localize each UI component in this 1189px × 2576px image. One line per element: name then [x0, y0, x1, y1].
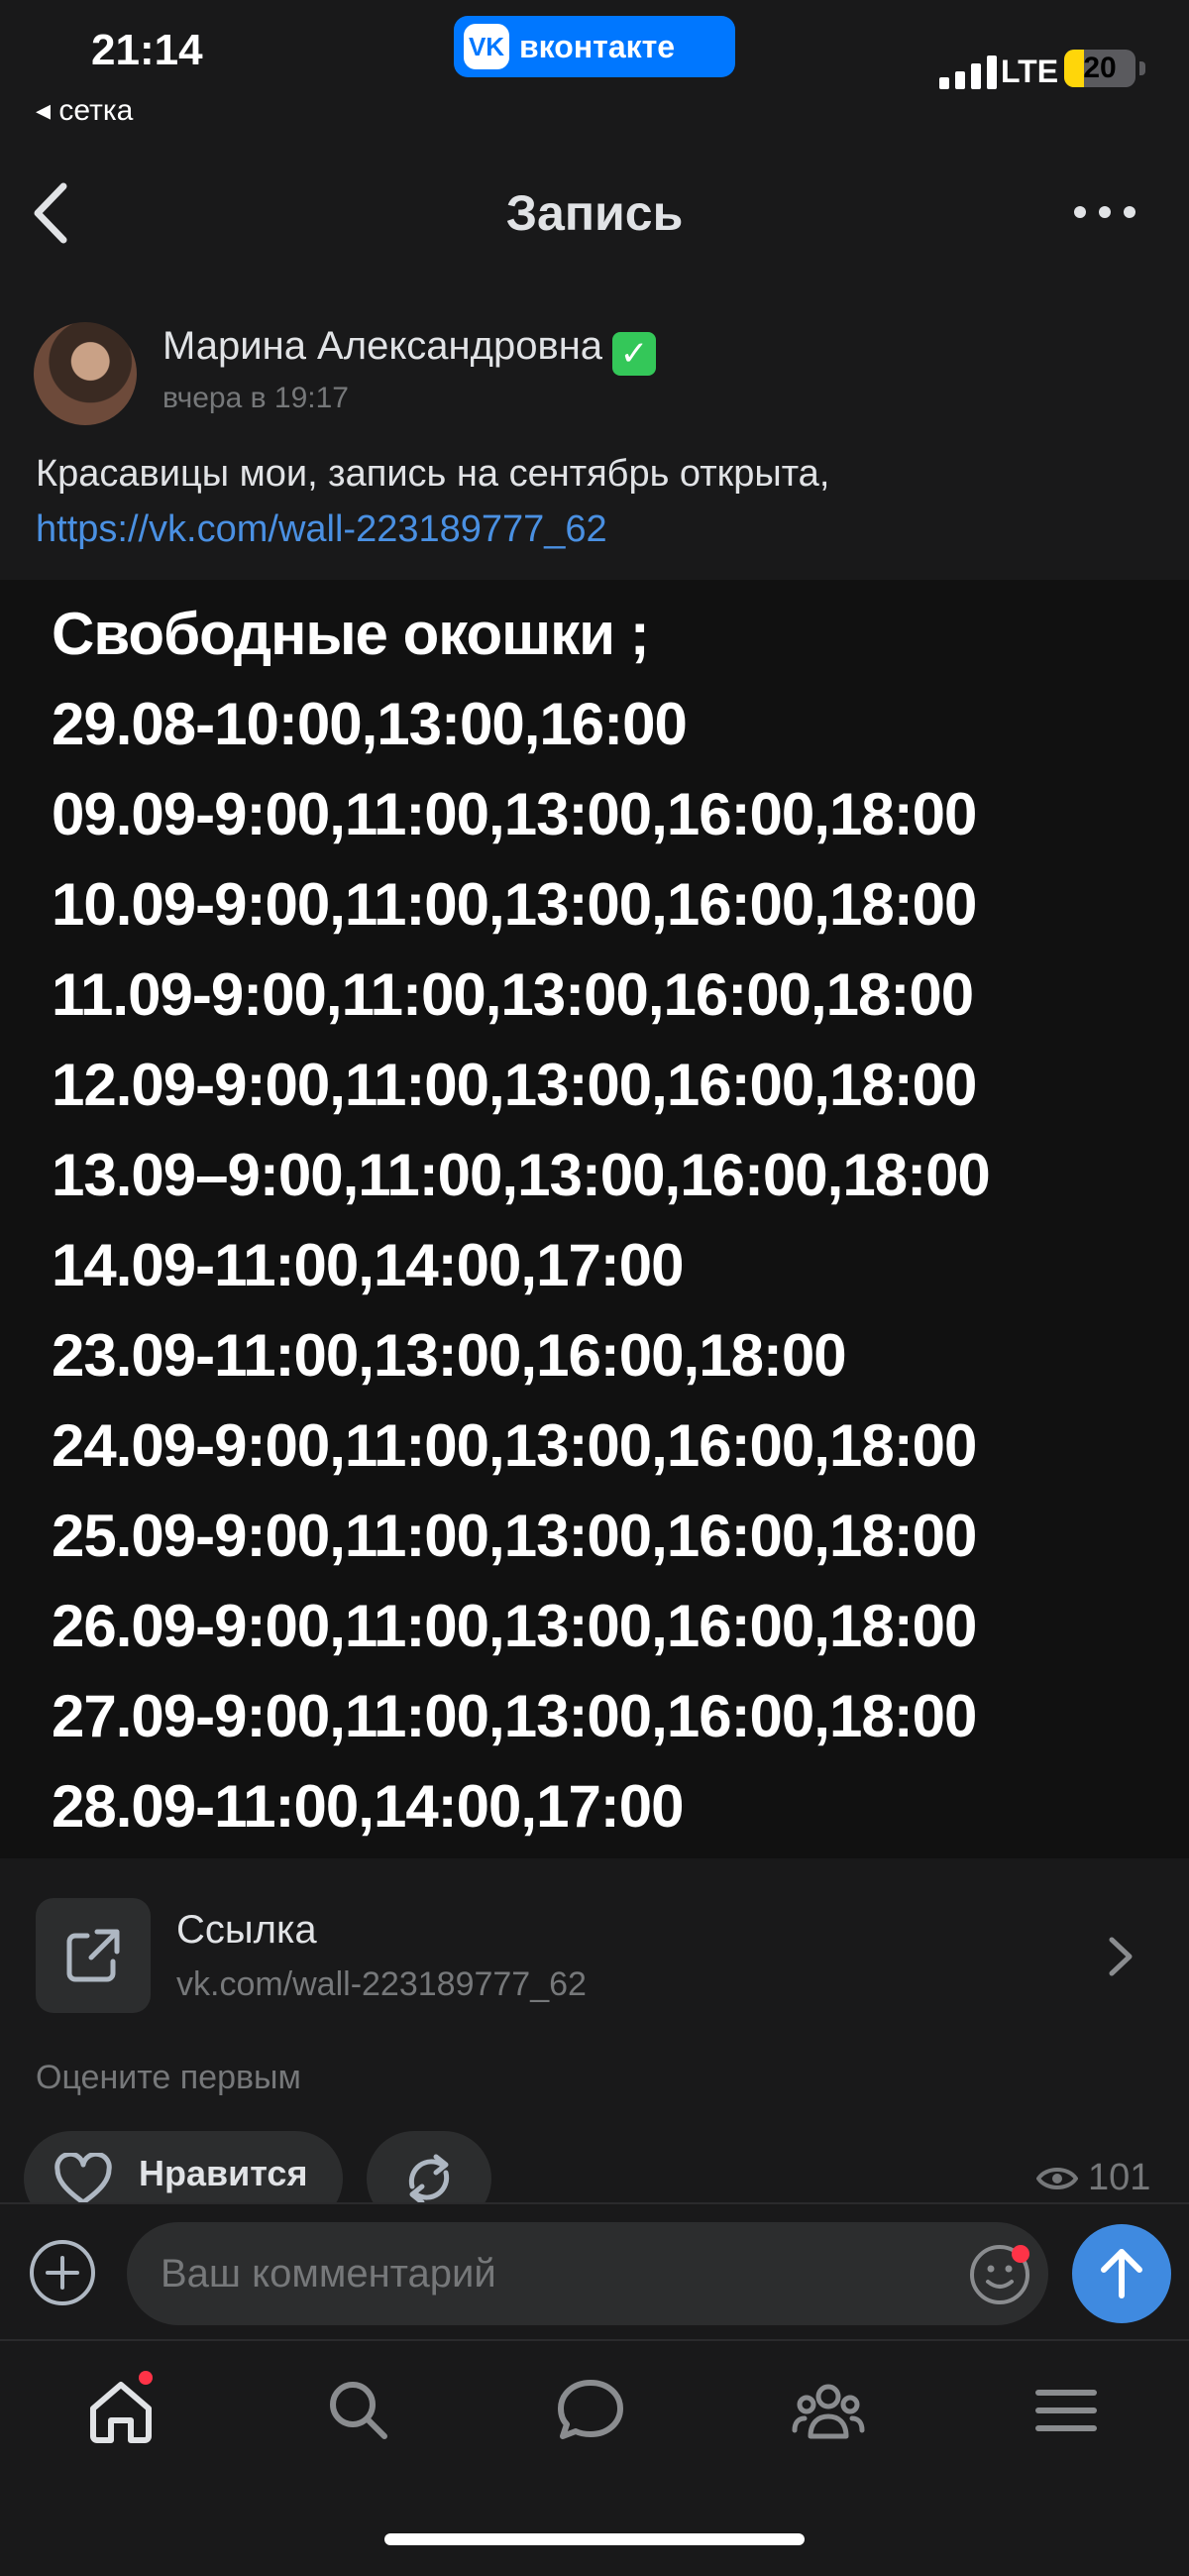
- chevron-right-icon: [1109, 1937, 1133, 1976]
- send-button[interactable]: [1072, 2224, 1171, 2323]
- vk-logo-icon: VK: [464, 24, 509, 69]
- image-schedule-line: 09.09-9:00,11:00,13:00,16:00,18:00: [52, 781, 977, 847]
- image-schedule-line: 10.09-9:00,11:00,13:00,16:00,18:00: [52, 871, 977, 938]
- home-indicator: [384, 2533, 805, 2545]
- external-link-icon: [66, 1929, 120, 1982]
- comment-bar: [0, 2202, 1189, 2341]
- views-count: 101: [1088, 2157, 1151, 2198]
- comment-input[interactable]: [127, 2222, 1048, 2325]
- more-options-icon[interactable]: [1070, 192, 1139, 232]
- image-schedule-line: 12.09-9:00,11:00,13:00,16:00,18:00: [52, 1052, 977, 1118]
- image-schedule-line: 28.09-11:00,14:00,17:00: [52, 1773, 685, 1840]
- link-card-url: vk.com/wall-223189777_62: [176, 1965, 587, 2003]
- image-schedule-line: 25.09-9:00,11:00,13:00,16:00,18:00: [52, 1503, 977, 1569]
- image-schedule-line: 11.09-9:00,11:00,13:00,16:00,18:00: [52, 961, 974, 1028]
- arrow-up-icon: [1101, 2249, 1142, 2298]
- image-schedule-line: 26.09-9:00,11:00,13:00,16:00,18:00: [52, 1593, 977, 1659]
- image-schedule-line: 23.09-11:00,13:00,16:00,18:00: [52, 1322, 847, 1389]
- post-header: Марина Александровна ✓ вчера в 19:17: [34, 322, 1153, 431]
- link-card-title: Ссылка: [176, 1908, 317, 1952]
- post-link[interactable]: https://vk.com/wall-223189777_62: [36, 508, 607, 550]
- author-name[interactable]: Марина Александровна ✓: [162, 324, 657, 376]
- post-actions: Нравится 101: [0, 2131, 1189, 2226]
- image-schedule-line: 27.09-9:00,11:00,13:00,16:00,18:00: [52, 1683, 977, 1749]
- external-link-icon-box: [36, 1898, 151, 2013]
- page-title: Запись: [505, 185, 684, 241]
- image-schedule-line: 14.09-11:00,14:00,17:00: [52, 1232, 685, 1298]
- tab-messages[interactable]: [551, 2371, 640, 2460]
- image-schedule-line: 24.09-9:00,11:00,13:00,16:00,18:00: [52, 1412, 977, 1479]
- messages-icon: [558, 2380, 623, 2439]
- post-text: Красавицы мои, запись на сентябрь открыт…: [36, 446, 1155, 557]
- image-heading: Свободные окошки ;: [52, 601, 650, 667]
- status-time: 21:14: [91, 26, 203, 74]
- add-attachment-icon[interactable]: [28, 2238, 97, 2307]
- eye-icon: [1036, 2167, 1078, 2189]
- post-image[interactable]: Свободные окошки ; 29.08-10:00,13:00,16:0…: [0, 580, 1189, 1858]
- app-pill-label: вконтакте: [519, 28, 676, 64]
- post-timestamp: вчера в 19:17: [162, 382, 349, 414]
- post-text-body: Красавицы мои, запись на сентябрь открыт…: [36, 453, 830, 495]
- heart-icon: [54, 2153, 112, 2205]
- share-icon: [408, 2154, 450, 2205]
- status-bar: 21:14 VK вконтакте ◂ сетка LTE 20: [0, 0, 1189, 129]
- link-card[interactable]: Ссылка vk.com/wall-223189777_62: [36, 1898, 1155, 2017]
- emoji-icon[interactable]: [967, 2242, 1032, 2307]
- menu-icon: [1035, 2390, 1097, 2431]
- friends-icon: [792, 2384, 865, 2439]
- like-label: Нравится: [139, 2153, 308, 2193]
- image-schedule-line: 29.08-10:00,13:00,16:00: [52, 691, 688, 757]
- tab-home[interactable]: [81, 2371, 170, 2460]
- battery-tip: [1139, 61, 1145, 75]
- verified-check-icon: ✓: [612, 332, 657, 376]
- signal-icon: [939, 56, 997, 89]
- back-to-app-link[interactable]: ◂ сетка: [36, 93, 133, 128]
- app-pill[interactable]: VK вконтакте: [454, 16, 735, 77]
- rate-first-label: Оцените первым: [36, 2059, 301, 2096]
- tab-search[interactable]: [319, 2371, 408, 2460]
- author-name-text: Марина Александровна: [162, 324, 603, 368]
- image-schedule-line: 13.09–9:00,11:00,13:00,16:00,18:00: [52, 1142, 991, 1208]
- nav-bar: Запись: [0, 168, 1189, 258]
- avatar[interactable]: [34, 322, 137, 425]
- home-badge: [139, 2371, 153, 2385]
- tab-friends[interactable]: [789, 2371, 878, 2460]
- battery-level: 20: [1083, 52, 1117, 84]
- tab-menu[interactable]: [1027, 2371, 1116, 2460]
- network-type: LTE: [1001, 54, 1059, 89]
- search-icon: [330, 2382, 387, 2439]
- battery-icon: 20: [1064, 50, 1135, 87]
- views-counter: 101: [1036, 2157, 1150, 2199]
